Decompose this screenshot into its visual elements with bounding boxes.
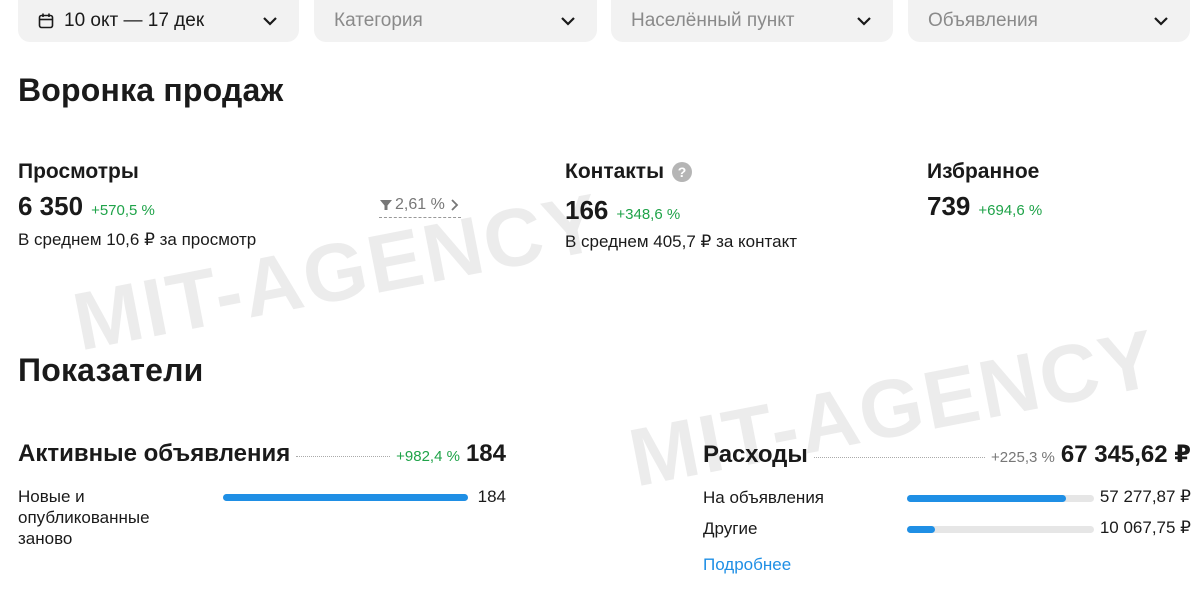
active-ads-change: +982,4 % — [396, 448, 460, 465]
favorites-label: Избранное — [927, 160, 1039, 184]
locality-filter-label: Населённый пункт — [631, 10, 795, 31]
ads-filter-label: Объявления — [928, 10, 1038, 31]
views-label-text: Просмотры — [18, 160, 139, 183]
contacts-number: 166 — [565, 195, 609, 225]
calendar-icon — [38, 13, 54, 29]
expenses-ads-value: 57 277,87 ₽ — [1099, 487, 1191, 506]
filter-bar: 10 окт — 17 дек Категория Населённый пун… — [0, 0, 1200, 42]
conversion-value: 2,61 % — [395, 196, 445, 213]
contacts-label: Контакты ? — [565, 160, 693, 184]
favorites-value: 739 +694,6 % — [927, 191, 1042, 222]
ads-filter[interactable]: Объявления — [908, 0, 1190, 42]
active-ads-label: Активные объявления — [18, 440, 291, 467]
funnel-filter-icon — [380, 200, 392, 210]
period-filter-label: 10 окт — 17 дек — [64, 10, 205, 31]
active-ads-row-label: Новые и опубликованные заново — [18, 487, 150, 548]
expenses-ads-bar — [907, 495, 1066, 502]
expenses-other-bar — [907, 526, 936, 533]
favorites-number: 739 — [927, 191, 971, 221]
expenses-other-value: 10 067,75 ₽ — [1099, 518, 1191, 537]
views-value: 6 350 +570,5 % — [18, 191, 155, 222]
expenses-header: Расходы +225,3 % 67 345,62 ₽ — [703, 440, 1191, 469]
category-filter[interactable]: Категория — [314, 0, 597, 42]
watermark: MIT-AGENCY — [622, 312, 1165, 505]
views-conversion[interactable]: 2,61 % — [379, 196, 461, 218]
views-change: +570,5 % — [91, 202, 155, 219]
views-label: Просмотры — [18, 160, 139, 184]
expenses-value: 67 345,62 ₽ — [1060, 441, 1191, 468]
funnel-title: Воронка продаж — [18, 72, 284, 108]
indicators-title: Показатели — [18, 352, 204, 388]
expenses-label: Расходы — [703, 441, 808, 468]
chevron-down-icon — [1154, 17, 1168, 26]
more-details-link[interactable]: Подробнее — [703, 555, 791, 575]
locality-filter[interactable]: Населённый пункт — [611, 0, 893, 42]
expenses-ads-label: На объявления — [703, 488, 825, 507]
expenses-other-label: Другие — [703, 519, 758, 538]
active-ads-header: Активные объявления +982,4 % 184 — [18, 440, 506, 468]
contacts-average: В среднем 405,7 ₽ за контакт — [565, 232, 797, 251]
views-average: В среднем 10,6 ₽ за просмотр — [18, 230, 257, 249]
category-filter-label: Категория — [334, 10, 423, 31]
views-number: 6 350 — [18, 191, 84, 221]
chevron-down-icon — [561, 17, 575, 26]
active-ads-row-value: 184 — [477, 487, 506, 506]
dotted-leader — [296, 456, 391, 457]
chevron-down-icon — [263, 17, 277, 26]
expenses-change: +225,3 % — [991, 449, 1055, 466]
active-ads-value: 184 — [465, 440, 506, 467]
favorites-change: +694,6 % — [978, 202, 1043, 219]
dotted-leader — [813, 457, 986, 458]
chevron-right-icon — [451, 199, 459, 211]
help-icon[interactable]: ? — [672, 162, 693, 182]
favorites-label-text: Избранное — [927, 160, 1040, 183]
chevron-down-icon — [857, 17, 871, 26]
contacts-change: +348,6 % — [616, 206, 681, 223]
contacts-label-text: Контакты — [565, 160, 665, 183]
period-filter[interactable]: 10 окт — 17 дек — [18, 0, 299, 42]
contacts-value: 166 +348,6 % — [565, 195, 680, 226]
